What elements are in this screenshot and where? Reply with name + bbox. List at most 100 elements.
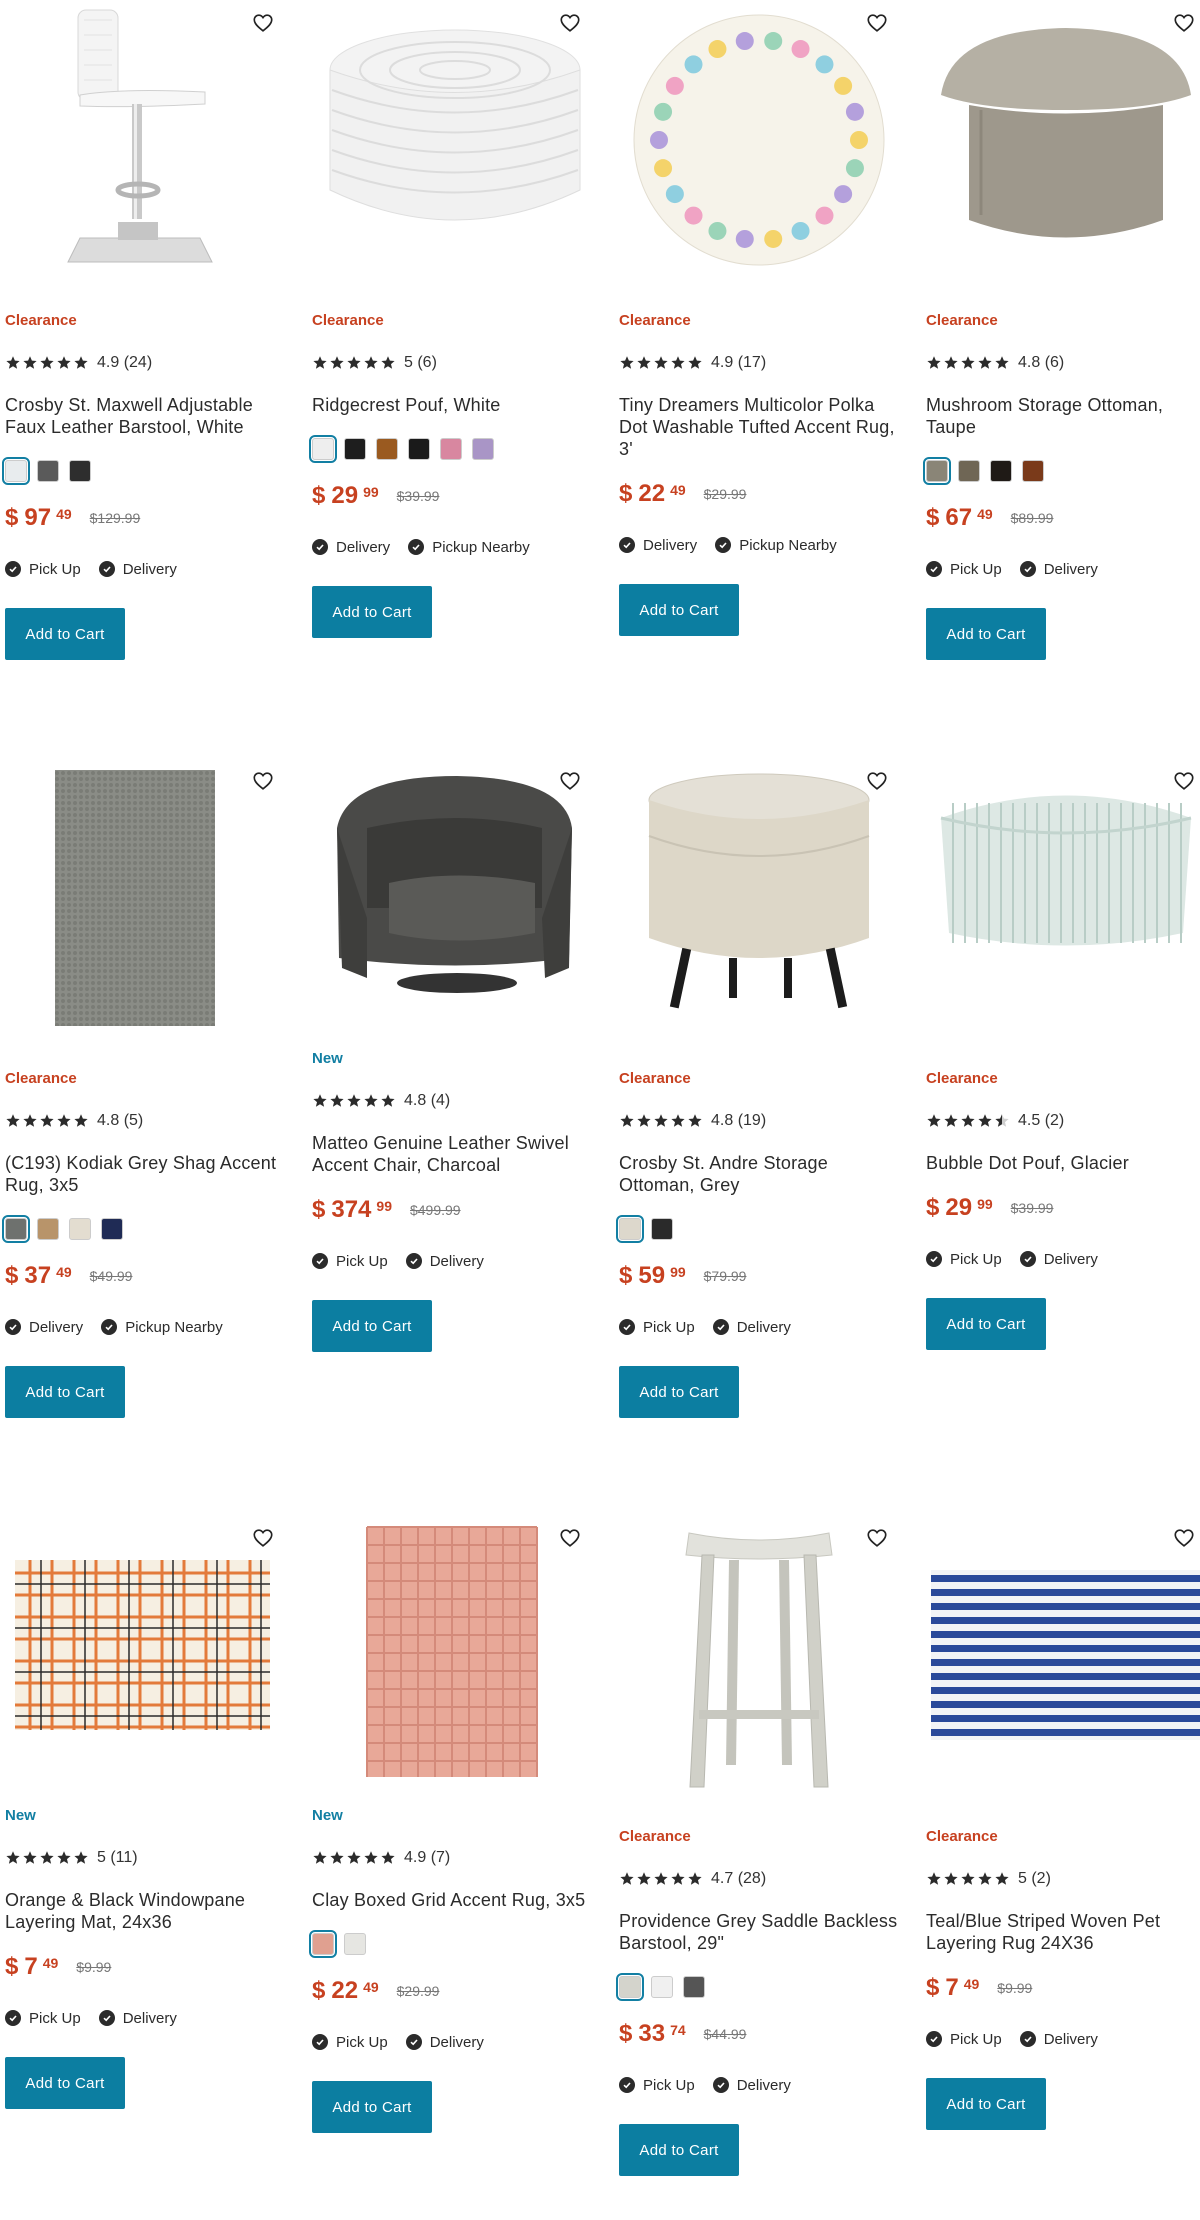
color-swatch[interactable] [616,1215,644,1243]
price-cents: 49 [56,1264,72,1280]
add-to-cart-button[interactable]: Add to Cart [312,1300,432,1352]
wishlist-heart-icon[interactable] [1173,770,1195,792]
product-card[interactable]: New 5 (11) Orange & Black Windowpane Lay… [0,1515,290,2215]
product-title[interactable]: Tiny Dreamers Multicolor Polka Dot Washa… [619,394,904,460]
product-card[interactable]: Clearance 4.7 (28) Providence Grey Saddl… [614,1515,904,2215]
product-card[interactable]: New 4.9 (7) Clay Boxed Grid Accent Rug, … [307,1515,597,2215]
color-swatch[interactable] [344,1933,366,1955]
color-swatch[interactable] [1022,460,1044,482]
product-title[interactable]: Clay Boxed Grid Accent Rug, 3x5 [312,1889,597,1911]
rating-text: 5 (6) [404,354,437,371]
add-to-cart-button[interactable]: Add to Cart [619,2124,739,2176]
color-swatch[interactable] [2,457,30,485]
color-swatch[interactable] [923,457,951,485]
product-image[interactable] [0,0,290,290]
product-image[interactable] [921,758,1200,1048]
wishlist-heart-icon[interactable] [559,1527,581,1549]
color-swatch[interactable] [440,438,462,460]
product-title[interactable]: Ridgecrest Pouf, White [312,394,597,416]
product-rating: 4.9 (7) [312,1847,597,1869]
price-cents: 99 [376,1198,392,1214]
wishlist-heart-icon[interactable] [252,770,274,792]
color-swatch[interactable] [344,438,366,460]
star-icon [637,1872,651,1885]
color-swatch[interactable] [37,460,59,482]
color-swatch[interactable] [309,435,337,463]
product-title[interactable]: (C193) Kodiak Grey Shag Accent Rug, 3x5 [5,1152,290,1196]
product-image[interactable] [307,1515,597,1805]
color-swatch[interactable] [37,1218,59,1240]
product-rating: 5 (6) [312,352,597,374]
price-cents: 99 [977,1196,993,1212]
add-to-cart-button[interactable]: Add to Cart [5,2057,125,2109]
product-image[interactable] [614,1515,904,1805]
wishlist-heart-icon[interactable] [252,1527,274,1549]
wishlist-heart-icon[interactable] [866,12,888,34]
add-to-cart-button[interactable]: Add to Cart [5,608,125,660]
product-title[interactable]: Matteo Genuine Leather Swivel Accent Cha… [312,1132,597,1176]
add-to-cart-button[interactable]: Add to Cart [926,2078,1046,2130]
price-dollars: 37 [24,1262,52,1289]
product-card[interactable]: Clearance 5 (6) Ridgecrest Pouf, White $… [307,0,597,700]
fulfillment-label: Delivery [736,1318,791,1336]
product-image[interactable] [614,758,904,1048]
color-swatch[interactable] [376,438,398,460]
product-title[interactable]: Crosby St. Andre Storage Ottoman, Grey [619,1152,904,1196]
product-title[interactable]: Providence Grey Saddle Backless Barstool… [619,1910,904,1954]
add-to-cart-button[interactable]: Add to Cart [926,1298,1046,1350]
product-card[interactable]: Clearance 4.8 (5) (C193) Kodiak Grey Sha… [0,758,290,1458]
original-price: $129.99 [89,510,141,526]
wishlist-heart-icon[interactable] [1173,1527,1195,1549]
star-icon [654,1872,668,1885]
add-to-cart-button[interactable]: Add to Cart [312,586,432,638]
product-card[interactable]: Clearance 5 (2) Teal/Blue Striped Woven … [921,1515,1200,2215]
product-title[interactable]: Mushroom Storage Ottoman, Taupe [926,394,1200,438]
color-swatch[interactable] [958,460,980,482]
color-swatch[interactable] [651,1218,673,1240]
product-image[interactable] [921,1515,1200,1805]
wishlist-heart-icon[interactable] [559,12,581,34]
checkmark-icon [926,561,942,577]
product-title[interactable]: Orange & Black Windowpane Layering Mat, … [5,1889,290,1933]
product-image[interactable] [614,0,904,290]
color-swatch[interactable] [472,438,494,460]
product-card[interactable]: Clearance 4.8 (19) Crosby St. Andre Stor… [614,758,904,1458]
add-to-cart-button[interactable]: Add to Cart [926,608,1046,660]
color-swatch[interactable] [616,1973,644,2001]
product-card[interactable]: New 4.8 (4) Matteo Genuine Leather Swive… [307,758,597,1458]
product-title[interactable]: Teal/Blue Striped Woven Pet Layering Rug… [926,1910,1200,1954]
add-to-cart-button[interactable]: Add to Cart [619,1366,739,1418]
add-to-cart-button[interactable]: Add to Cart [312,2081,432,2133]
product-image[interactable] [307,0,597,290]
product-image[interactable] [307,758,597,1048]
wishlist-heart-icon[interactable] [559,770,581,792]
color-swatch[interactable] [683,1976,705,1998]
add-to-cart-button[interactable]: Add to Cart [5,1366,125,1418]
wishlist-heart-icon[interactable] [866,770,888,792]
color-swatch[interactable] [69,460,91,482]
product-card[interactable]: Clearance 4.8 (6) Mushroom Storage Ottom… [921,0,1200,700]
color-swatch[interactable] [309,1930,337,1958]
color-swatch[interactable] [651,1976,673,1998]
product-badge: Clearance [5,1070,77,1087]
wishlist-heart-icon[interactable] [866,1527,888,1549]
product-rating: 4.8 (4) [312,1090,597,1112]
wishlist-heart-icon[interactable] [252,12,274,34]
product-card[interactable]: Clearance 4.9 (24) Crosby St. Maxwell Ad… [0,0,290,700]
product-card[interactable]: Clearance 4.9 (17) Tiny Dreamers Multico… [614,0,904,700]
color-swatch[interactable] [101,1218,123,1240]
product-image[interactable] [921,0,1200,290]
product-image[interactable] [0,758,290,1048]
fulfillment-option: Pick Up [312,1253,388,1270]
color-swatch[interactable] [990,460,1012,482]
product-title[interactable]: Bubble Dot Pouf, Glacier [926,1152,1200,1174]
star-icon [74,356,88,369]
product-image[interactable] [0,1515,290,1805]
wishlist-heart-icon[interactable] [1173,12,1195,34]
add-to-cart-button[interactable]: Add to Cart [619,584,739,636]
color-swatch[interactable] [408,438,430,460]
product-card[interactable]: Clearance 4.5 (2) Bubble Dot Pouf, Glaci… [921,758,1200,1458]
color-swatch[interactable] [2,1215,30,1243]
color-swatch[interactable] [69,1218,91,1240]
product-title[interactable]: Crosby St. Maxwell Adjustable Faux Leath… [5,394,290,438]
